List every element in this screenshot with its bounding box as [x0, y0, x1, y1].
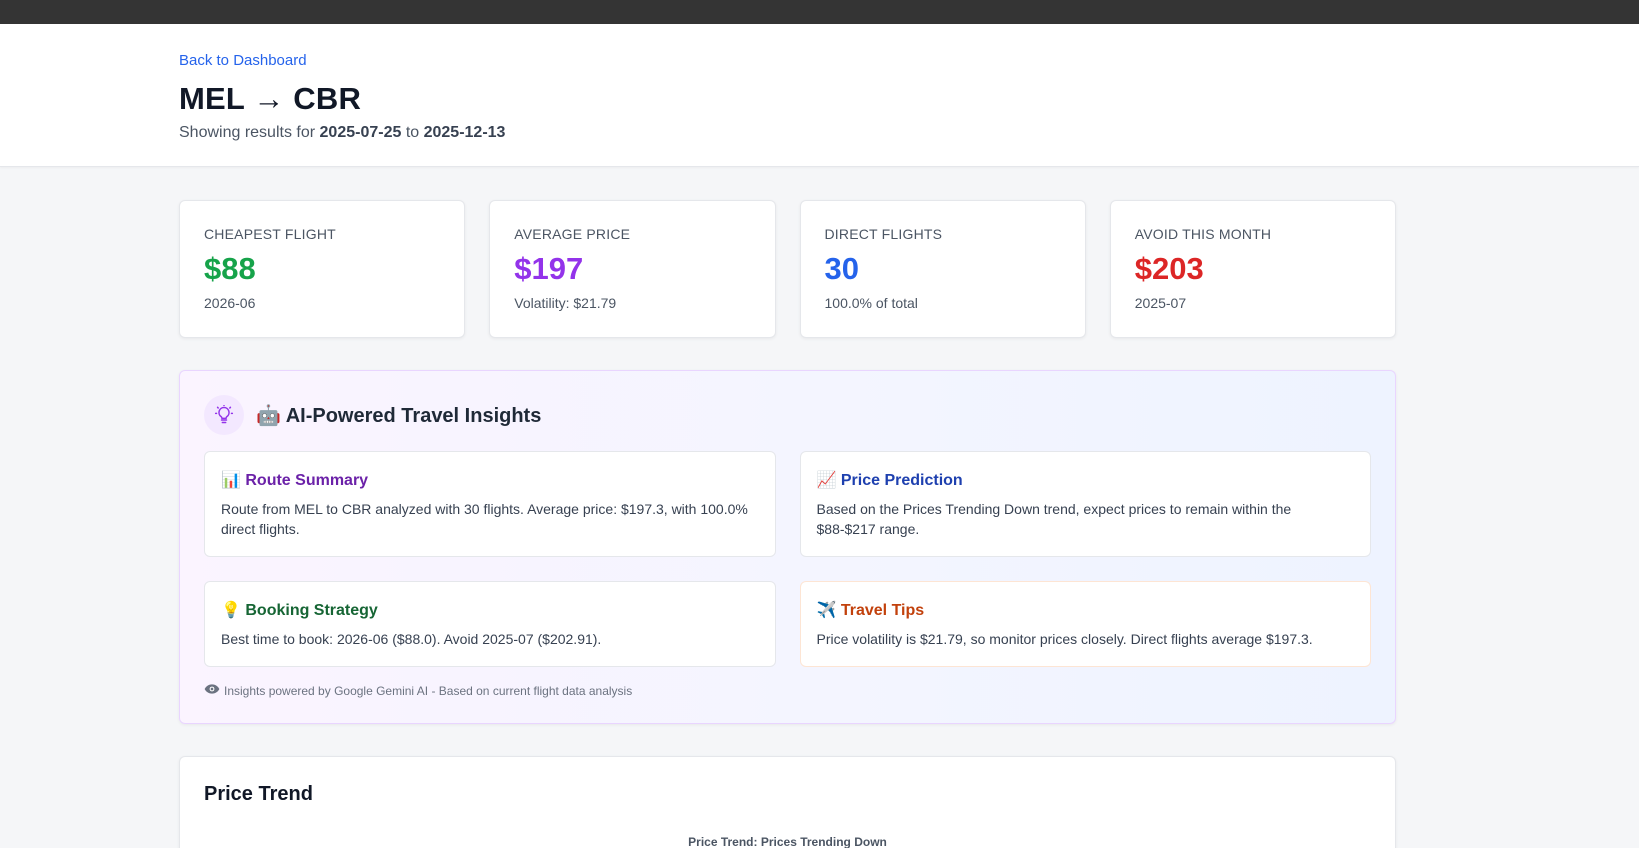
insight-card-text: Price volatility is $21.79, so monitor p… [816, 631, 1313, 647]
back-to-dashboard-link[interactable]: Back to Dashboard [179, 52, 307, 69]
stat-value: $203 [1134, 251, 1204, 286]
subtitle-prefix: Showing results for [179, 124, 316, 141]
insight-card-title: 📈 Price Prediction [816, 472, 963, 489]
insight-card-title: 💡 Booking Strategy [221, 602, 378, 619]
insight-card-booking-strategy: 💡 Booking Strategy Best time to book: 20… [204, 581, 776, 667]
stat-label: AVERAGE PRICE [514, 226, 631, 242]
insights-footnote: Insights powered by Google Gemini AI - B… [204, 683, 1371, 698]
ai-insights-panel: 🤖 AI-Powered Travel Insights 📊 Route Sum… [179, 370, 1396, 724]
stat-sub: 100.0% of total [824, 295, 918, 311]
stat-card-direct-flights: DIRECT FLIGHTS 30 100.0% of total [799, 200, 1086, 338]
subtitle-mid: to [405, 124, 420, 141]
insight-card-text: Best time to book: 2026-06 ($88.0). Avoi… [221, 631, 602, 647]
stat-card-cheapest-flight: CHEAPEST FLIGHT $88 2026-06 [179, 200, 466, 338]
insight-card-text: Based on the Prices Trending Down trend,… [816, 501, 1292, 537]
stat-value: $88 [204, 251, 256, 286]
insight-card-title: 📊 Route Summary [221, 472, 369, 489]
stat-label: AVOID THIS MONTH [1134, 226, 1272, 242]
insights-title: 🤖 AI-Powered Travel Insights [256, 404, 542, 427]
stat-label: CHEAPEST FLIGHT [204, 226, 336, 242]
lightbulb-icon [204, 395, 244, 435]
stat-value: $197 [514, 251, 584, 286]
browser-top-bar [0, 0, 1639, 24]
price-trend-title: Price Trend [204, 783, 313, 805]
date-to: 2025-12-13 [423, 124, 506, 141]
stat-sub: 2025-07 [1134, 295, 1187, 311]
insight-card-travel-tips: ✈️ Travel Tips Price volatility is $21.7… [799, 581, 1371, 667]
chart-title: Price Trend: Prices Trending Down [688, 835, 887, 848]
stat-label: DIRECT FLIGHTS [824, 226, 943, 242]
date-from: 2025-07-25 [319, 124, 402, 141]
date-range-subtitle: Showing results for 2025-07-25 to 2025-1… [179, 124, 1396, 142]
price-trend-section: Price Trend Price Trend: Prices Trending… [179, 756, 1396, 848]
insight-card-route-summary: 📊 Route Summary Route from MEL to CBR an… [204, 451, 776, 557]
stat-value: 30 [824, 251, 859, 286]
page-header: Back to Dashboard MEL → CBR Showing resu… [0, 24, 1639, 167]
eye-icon [204, 683, 220, 698]
insight-card-title: ✈️ Travel Tips [816, 602, 925, 619]
insights-grid: 📊 Route Summary Route from MEL to CBR an… [204, 451, 1371, 667]
stat-card-avoid-this-month: AVOID THIS MONTH $203 2025-07 [1109, 200, 1396, 338]
insights-header: 🤖 AI-Powered Travel Insights [204, 395, 1371, 435]
stat-sub: Volatility: $21.79 [514, 295, 617, 311]
stat-card-average-price: AVERAGE PRICE $197 Volatility: $21.79 [489, 200, 776, 338]
footnote-text: Insights powered by Google Gemini AI - B… [224, 683, 633, 698]
stats-row: CHEAPEST FLIGHT $88 2026-06 AVERAGE PRIC… [179, 200, 1396, 338]
insight-card-price-prediction: 📈 Price Prediction Based on the Prices T… [799, 451, 1371, 557]
page-title: MEL → CBR [179, 81, 362, 116]
stat-sub: 2026-06 [204, 295, 256, 311]
insight-card-text: Route from MEL to CBR analyzed with 30 f… [221, 501, 748, 537]
